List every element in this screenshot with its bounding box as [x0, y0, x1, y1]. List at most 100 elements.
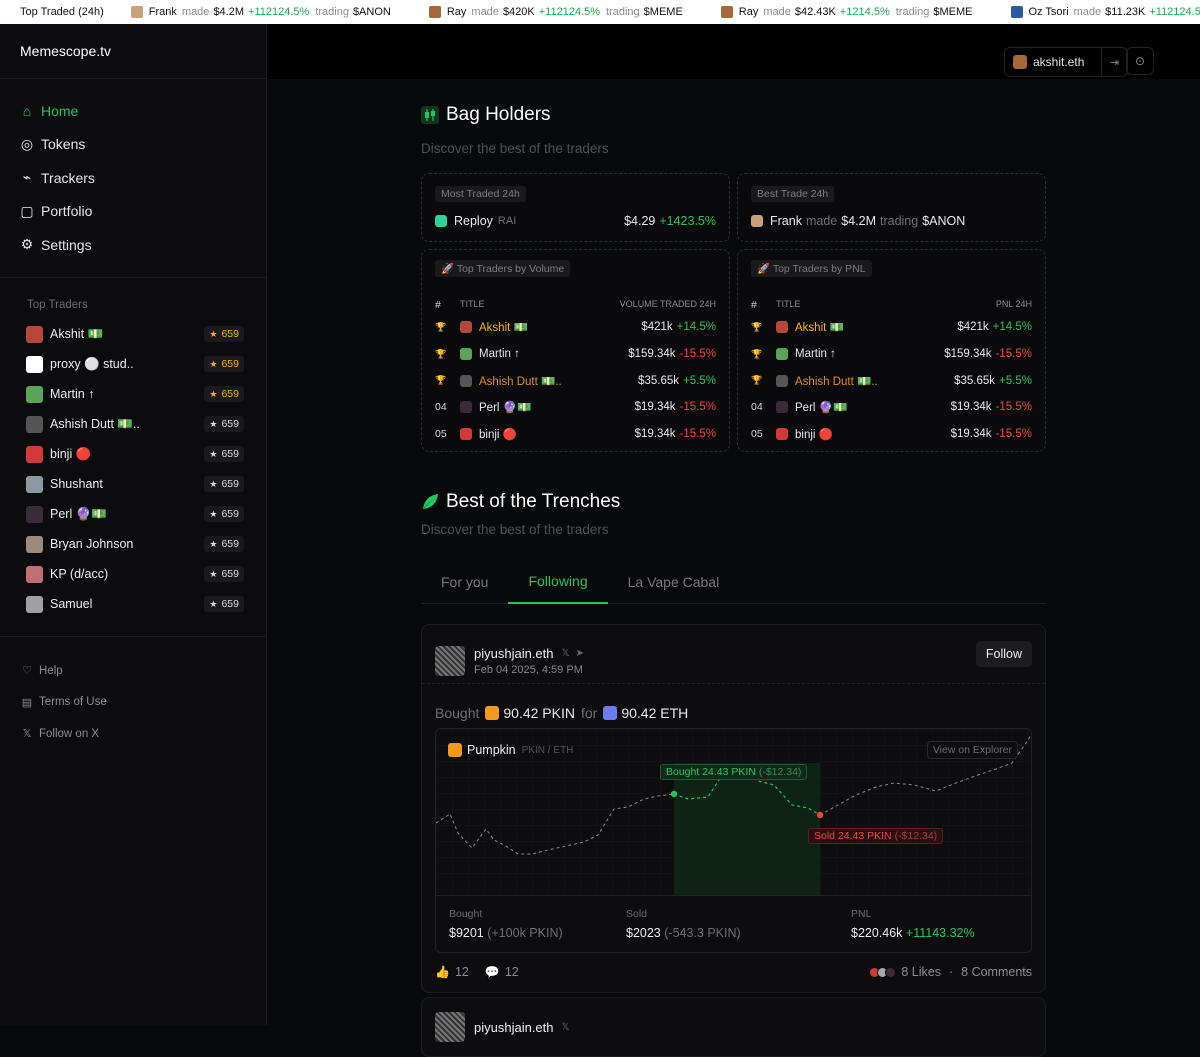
- avatar[interactable]: [435, 1012, 465, 1042]
- top-traders-title: Top Traders: [0, 278, 266, 319]
- avatar: [751, 215, 763, 227]
- top-trader-item[interactable]: Samuel★659: [0, 589, 266, 619]
- table-row[interactable]: 🏆Akshit 💵$421k+14.5%: [751, 314, 1032, 341]
- x-icon[interactable]: 𝕏: [562, 1022, 570, 1033]
- trophy-icon: 🏆: [751, 349, 776, 360]
- score-badge: ★659: [204, 416, 244, 432]
- ticker-item[interactable]: Raymade$420K+112124.5%trading$MEME: [429, 6, 687, 18]
- table-row[interactable]: 05binji 🔴$19.34k-15.5%: [751, 421, 1032, 448]
- trackers-icon: ⌁: [20, 171, 34, 185]
- comments-link[interactable]: 8 Comments: [961, 965, 1032, 979]
- logout-icon[interactable]: ⇥: [1101, 48, 1127, 76]
- comment-button[interactable]: 💬12: [485, 965, 519, 979]
- avatar: [1011, 6, 1023, 18]
- x-icon[interactable]: 𝕏: [562, 648, 570, 659]
- trophy-icon: 🏆: [751, 322, 776, 333]
- ticker-item[interactable]: Oz Tsorimade$11.23K+112124.5%trading$TRU…: [1011, 6, 1200, 18]
- tab-following[interactable]: Following: [508, 559, 607, 604]
- top-trader-item[interactable]: proxy ⚪ stud..★659: [0, 349, 266, 379]
- follow-button[interactable]: Follow: [976, 641, 1032, 667]
- pumpkin-icon: [448, 743, 462, 757]
- price-chart[interactable]: Pumpkin PKIN / ETH View on Explorer Boug…: [435, 728, 1032, 953]
- trade-token: $ANON: [922, 214, 965, 228]
- hold-region: [674, 763, 820, 897]
- table-row[interactable]: 🏆Ashish Dutt 💵..$35.65k+5.5%: [751, 367, 1032, 394]
- top-trader-item[interactable]: Akshit 💵★659: [0, 319, 266, 349]
- stat-pnl: PNL $220.46k +11143.32%: [793, 908, 1018, 952]
- settings-icon: ⚙: [20, 238, 34, 252]
- table-row[interactable]: 🏆Akshit 💵$421k+14.5%: [435, 314, 716, 341]
- telegram-icon[interactable]: ➤: [576, 648, 584, 659]
- star-icon: ★: [209, 449, 217, 460]
- table-row[interactable]: 🏆Martin ↑$159.34k-15.5%: [435, 341, 716, 368]
- footer-link[interactable]: ♡Help: [0, 655, 266, 687]
- tab-for-you[interactable]: For you: [421, 559, 508, 604]
- avatar: [26, 386, 43, 403]
- settings-icon-button[interactable]: ⊙: [1126, 47, 1154, 75]
- top-trader-item[interactable]: binji 🔴★659: [0, 439, 266, 469]
- avatar: [26, 506, 43, 523]
- nav-item-home[interactable]: ⌂Home: [0, 94, 266, 128]
- nav-item-trackers[interactable]: ⌁Trackers: [0, 161, 266, 195]
- avatar: [1013, 55, 1027, 69]
- post-username[interactable]: piyushjain.eth: [474, 1020, 554, 1035]
- table-header: # TITLE VOLUME TRADED 24H: [435, 299, 716, 309]
- table-row[interactable]: 04Perl 🔮💵$19.34k-15.5%: [435, 394, 716, 421]
- avatar: [776, 428, 788, 440]
- bag-holders-title: Bag Holders: [421, 79, 1046, 141]
- like-button[interactable]: 👍12: [435, 965, 469, 979]
- most-traded-card[interactable]: Most Traded 24h Reploy RAI $4.29 +1423.5…: [421, 173, 730, 242]
- likes-link[interactable]: 8 Likes: [901, 965, 941, 979]
- best-trade-card[interactable]: Best Trade 24h Frank made $4.2M trading …: [737, 173, 1046, 242]
- feed-tabs: For youFollowingLa Vape Cabal: [421, 559, 1046, 604]
- star-icon: ★: [209, 599, 217, 610]
- ticker-item[interactable]: Frankmade$4.2M+112124.5%trading$ANON: [131, 6, 395, 18]
- table-row[interactable]: 🏆Ashish Dutt 💵..$35.65k+5.5%: [435, 367, 716, 394]
- table-row[interactable]: 🏆Martin ↑$159.34k-15.5%: [751, 341, 1032, 368]
- nav-item-tokens[interactable]: ◎Tokens: [0, 128, 266, 162]
- avatar: [776, 321, 788, 333]
- top-trader-item[interactable]: Ashish Dutt 💵..★659: [0, 409, 266, 439]
- score-badge: ★659: [204, 596, 244, 612]
- footer-link[interactable]: 𝕏Follow on X: [0, 718, 266, 750]
- ticker-item[interactable]: Raymade$42.43K+1214.5%trading$MEME: [721, 6, 977, 18]
- star-icon: ★: [209, 359, 217, 370]
- home-icon: ⌂: [20, 104, 34, 118]
- avatar: [776, 375, 788, 387]
- star-icon: ★: [209, 389, 217, 400]
- tokens-icon: ◎: [20, 137, 34, 151]
- candlestick-icon: [421, 106, 439, 124]
- nav-item-settings[interactable]: ⚙Settings: [0, 228, 266, 262]
- table-header: # TITLE PNL 24H: [751, 299, 1032, 309]
- token-ticker: RAI: [498, 215, 516, 227]
- score-badge: ★659: [204, 326, 244, 342]
- avatar[interactable]: [435, 646, 465, 676]
- post-username[interactable]: piyushjain.eth: [474, 646, 554, 661]
- tab-la-vape-cabal[interactable]: La Vape Cabal: [608, 559, 740, 604]
- leaf-icon: [421, 493, 439, 511]
- app-logo[interactable]: Memescope.tv: [0, 24, 266, 79]
- footer-link[interactable]: ▤Terms of Use: [0, 687, 266, 719]
- card-label: 🚀 Top Traders by PNL: [751, 260, 872, 277]
- avatar: [26, 476, 43, 493]
- table-row[interactable]: 04Perl 🔮💵$19.34k-15.5%: [751, 394, 1032, 421]
- top-trader-item[interactable]: Martin ↑★659: [0, 379, 266, 409]
- main-nav: ⌂Home◎Tokens⌁Trackers▢Portfolio⚙Settings: [0, 79, 266, 278]
- trophy-icon: 🏆: [435, 349, 460, 360]
- top-trader-item[interactable]: KP (d/acc)★659: [0, 559, 266, 589]
- user-menu[interactable]: akshit.eth ⇥: [1004, 47, 1128, 77]
- trader-name: Frank: [770, 214, 802, 228]
- sidebar-footer: ♡Help▤Terms of Use𝕏Follow on X: [0, 636, 266, 750]
- nav-item-portfolio[interactable]: ▢Portfolio: [0, 195, 266, 229]
- top-trader-item[interactable]: Perl 🔮💵★659: [0, 499, 266, 529]
- card-label: Best Trade 24h: [751, 186, 834, 202]
- top-trader-item[interactable]: Bryan Johnson★659: [0, 529, 266, 559]
- top-traders-pnl-card: 🚀 Top Traders by PNL # TITLE PNL 24H 🏆Ak…: [737, 249, 1046, 452]
- top-trader-item[interactable]: Shushant★659: [0, 469, 266, 499]
- view-on-explorer-button[interactable]: View on Explorer: [927, 741, 1018, 759]
- table-row[interactable]: 05binji 🔴$19.34k-15.5%: [435, 421, 716, 448]
- score-badge: ★659: [204, 536, 244, 552]
- top-traders-volume-card: 🚀 Top Traders by Volume # TITLE VOLUME T…: [421, 249, 730, 452]
- star-icon: ★: [209, 569, 217, 580]
- trade-summary: Bought 90.42 PKIN for 90.42 ETH: [422, 684, 1045, 728]
